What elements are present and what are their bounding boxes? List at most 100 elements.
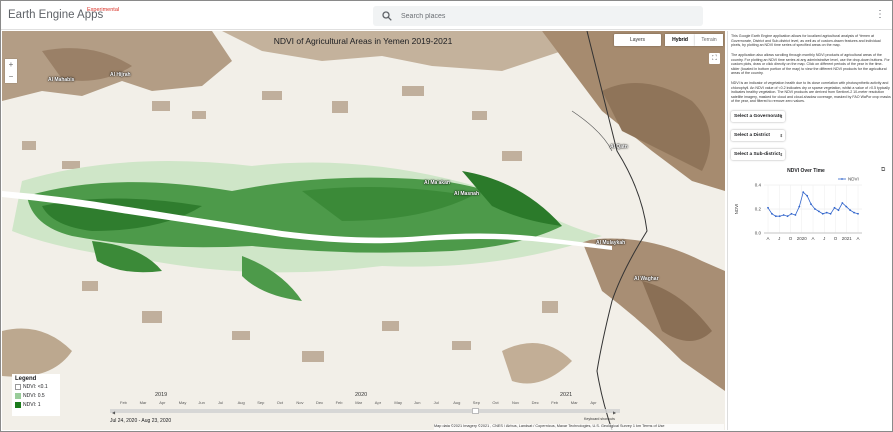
timeline-month-label[interactable]: May <box>394 400 402 405</box>
scale-label: 1 km <box>632 424 642 428</box>
timeline-month-label[interactable]: Apr <box>375 400 381 405</box>
chevron-down-icon: ⇕ <box>779 152 783 157</box>
timeline-year-label[interactable]: 2019 <box>155 392 167 398</box>
timeline-month-label[interactable]: Feb <box>551 400 558 405</box>
chart-data-point <box>817 210 820 213</box>
chart-data-point <box>810 203 812 206</box>
fullscreen-icon[interactable]: ⛶ <box>709 53 720 64</box>
place-label: Al Hijrah <box>110 72 131 78</box>
chart-y-axis-label: NDVI <box>734 204 739 215</box>
chart-plot: 0.40.20.0A J O 2020 A J O 2021 ANDVINDVI <box>734 177 862 241</box>
governorate-select[interactable]: Select a Governorate ⇕ <box>731 111 785 122</box>
timeline-month-label[interactable]: Jul <box>434 400 439 405</box>
timeline-month-label[interactable]: Aug <box>453 400 460 405</box>
timeline-month-label[interactable]: Sep <box>257 400 264 405</box>
search-box[interactable] <box>373 6 703 26</box>
zoom-control: + − <box>5 59 17 83</box>
legend-label: NDVI: 0.5 <box>23 392 45 399</box>
district-select-label: Select a District <box>734 133 770 138</box>
timeline-handle[interactable] <box>472 408 480 414</box>
legend-label: NDVI: 1 <box>23 401 41 408</box>
timeline-year-label[interactable]: 2021 <box>560 392 572 398</box>
zoom-out-button[interactable]: − <box>5 71 17 83</box>
terrain-button[interactable]: Terrain <box>695 34 723 46</box>
timeline-month-label[interactable]: Dec <box>316 400 323 405</box>
search-input[interactable] <box>401 8 691 24</box>
terms-link[interactable]: Terms of Use <box>642 424 664 428</box>
place-label: Al Mulaykah <box>596 240 626 246</box>
chart-data-point <box>845 205 848 208</box>
keyboard-shortcuts-link[interactable]: Keyboard shortcuts <box>584 417 615 421</box>
chart-data-point <box>806 194 809 197</box>
chart-title: NDVI Over Time <box>787 168 825 174</box>
description-paragraph: NDVI is an indicator of vegetation healt… <box>731 81 891 104</box>
chart-x-tick-label: 2021 <box>842 236 853 241</box>
timeline-month-label[interactable]: Mar <box>140 400 147 405</box>
timeline-years: 2019 2020 2021 <box>110 392 620 400</box>
chart-y-tick-label: 0.2 <box>755 207 762 212</box>
chevron-down-icon: ⇕ <box>779 133 783 138</box>
chart-data-point <box>837 209 840 212</box>
timeline-month-label[interactable]: Apr <box>590 400 596 405</box>
governorate-select-label: Select a Governorate <box>734 114 782 119</box>
chart-data-point <box>821 212 824 215</box>
chart-data-point <box>767 206 769 209</box>
timeline-right-arrow-icon[interactable]: ▶ <box>613 410 616 415</box>
timeline-month-label[interactable]: May <box>179 400 187 405</box>
timeline-month-label[interactable]: Sep <box>473 400 480 405</box>
timeline-month-label[interactable]: Apr <box>159 400 165 405</box>
ndvi-chart: NDVI Over Time ⧉ 0.4 0.2 0.0 A J O 2020 A J O 2021… <box>728 165 893 245</box>
legend-swatch <box>15 383 21 390</box>
timeline-month-label[interactable]: Nov <box>296 400 303 405</box>
subdistrict-select[interactable]: Select a Sub-district ⇕ <box>731 149 785 160</box>
timeline-month-label[interactable]: Oct <box>492 400 498 405</box>
open-in-new-icon[interactable]: ⧉ <box>881 167 885 174</box>
time-slider[interactable]: 2019 2020 2021 Feb Mar Apr May Jun Jul Aug Sep Oct… <box>110 392 620 422</box>
district-select[interactable]: Select a District ⇕ <box>731 130 785 141</box>
satellite-imagery <box>2 31 725 430</box>
timeline-track[interactable] <box>110 409 620 413</box>
timeline-months: Feb Mar Apr May Jun Jul Aug Sep Oct Nov Dec Feb Mar A… <box>110 400 620 407</box>
chart-y-tick-label: 0.4 <box>755 183 762 188</box>
timeline-left-arrow-icon[interactable]: ◀ <box>112 410 115 415</box>
place-label: Al Ma'akan <box>424 180 450 186</box>
chart-x-tick-label: A <box>811 236 814 241</box>
timeline-month-label[interactable]: Feb <box>120 400 127 405</box>
chart-data-point <box>829 212 832 215</box>
chart-x-tick-label: A <box>856 236 859 241</box>
timeline-month-label[interactable]: Nov <box>512 400 519 405</box>
timeline-month-label[interactable]: Jul <box>218 400 223 405</box>
chart-x-tick-label: J <box>823 236 825 241</box>
layers-button[interactable]: Layers <box>614 34 661 46</box>
legend-swatch <box>15 401 21 408</box>
map-canvas[interactable]: NDVI of Agricultural Areas in Yemen 2019… <box>2 31 725 430</box>
more-vert-icon[interactable]: ⋮ <box>875 10 885 22</box>
hybrid-button[interactable]: Hybrid <box>665 34 695 46</box>
place-label: Al Masnah <box>454 191 480 197</box>
legend-item: NDVI: <0.1 <box>15 382 57 391</box>
zoom-in-button[interactable]: + <box>5 59 17 71</box>
timeline-month-label[interactable]: Jun <box>414 400 420 405</box>
chart-data-point <box>774 215 777 218</box>
chart-data-point <box>853 211 855 214</box>
timeline-month-label[interactable]: Mar <box>571 400 578 405</box>
map-scale: Keyboard shortcuts <box>584 417 615 421</box>
chart-data-point <box>833 206 836 209</box>
timeline-month-label[interactable]: Jun <box>198 400 204 405</box>
chart-legend-marker <box>841 178 843 180</box>
timeline-month-label[interactable]: Oct <box>277 400 283 405</box>
chevron-down-icon: ⇕ <box>779 114 783 119</box>
chart-data-point <box>794 214 797 216</box>
chart-data-point <box>814 208 816 210</box>
chart-data-point <box>802 191 805 194</box>
timeline-month-label[interactable]: Dec <box>532 400 539 405</box>
timeline-year-label[interactable]: 2020 <box>355 392 367 398</box>
timeline-month-label[interactable]: Aug <box>238 400 245 405</box>
attribution-text: Map data ©2021 Imagery ©2021 , CNES / Ai… <box>434 424 632 428</box>
description-paragraph: The application also allows scrolling th… <box>731 53 890 76</box>
timeline-month-label[interactable]: Mar <box>355 400 362 405</box>
chart-x-tick-label: A <box>766 236 769 241</box>
timeline-month-label[interactable]: Feb <box>336 400 343 405</box>
chart-data-point <box>841 202 844 204</box>
chart-x-tick-label: O <box>834 236 838 241</box>
